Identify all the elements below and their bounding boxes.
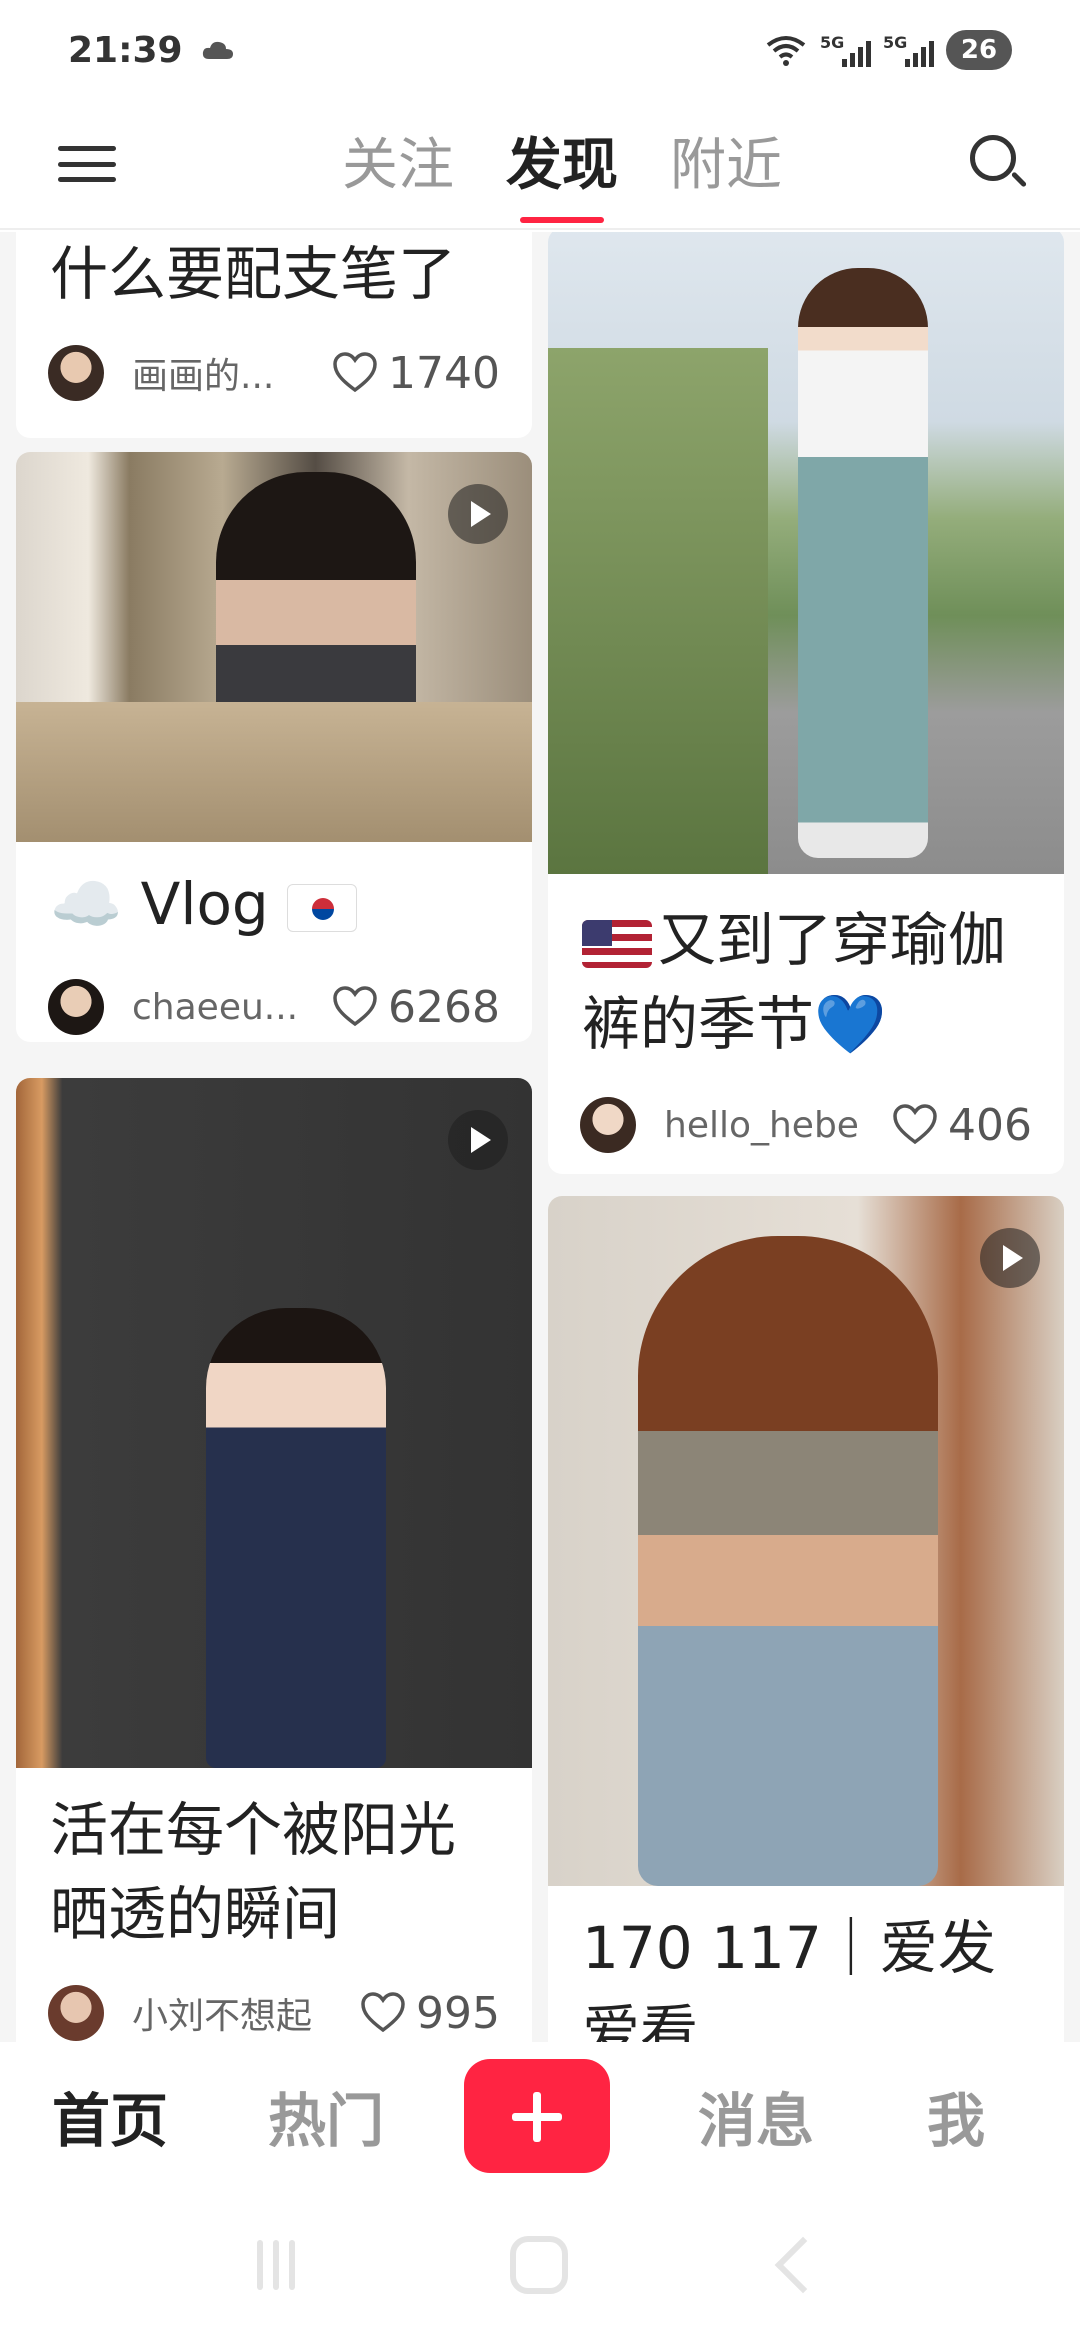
play-icon xyxy=(448,484,508,544)
image-figure xyxy=(638,1236,938,1886)
network-label-2: 5G xyxy=(883,33,908,52)
like-count-value: 1740 xyxy=(388,347,500,399)
card-meta: 小刘不想起 995 xyxy=(48,1984,500,2042)
app-root: 21:39 5G 5G 26 关注 发现 附近 什么要配支笔了 画画的... 1… xyxy=(0,0,1080,2340)
nav-messages[interactable]: 消息 xyxy=(686,2074,826,2158)
image-grass xyxy=(548,348,768,874)
heart-icon xyxy=(893,1104,937,1145)
add-post-button[interactable] xyxy=(464,2059,610,2173)
card-title: 活在每个被阳光晒透的瞬间 xyxy=(50,1796,457,1948)
status-right: 5G 5G 26 xyxy=(764,30,1012,70)
korea-flag-icon xyxy=(287,883,358,932)
status-time: 21:39 xyxy=(68,29,183,71)
feed-card[interactable]: 170 117｜爱发爱看 xyxy=(548,1196,1064,2042)
card-title: ☁️ Vlog xyxy=(50,862,502,946)
card-image xyxy=(548,1196,1064,1886)
home-icon[interactable] xyxy=(509,2236,568,2294)
play-icon xyxy=(980,1228,1040,1288)
avatar xyxy=(580,1097,636,1153)
tab-nearby[interactable]: 附近 xyxy=(670,120,782,209)
play-icon xyxy=(448,1110,508,1170)
nav-me[interactable]: 我 xyxy=(906,2074,1006,2158)
avatar xyxy=(48,345,104,401)
recent-apps-icon[interactable] xyxy=(257,2240,296,2290)
nav-hot[interactable]: 热门 xyxy=(256,2074,396,2158)
card-title: 什么要配支笔了 xyxy=(50,240,457,308)
card-title-text: Vlog xyxy=(140,870,269,938)
author-name: chaeeu... xyxy=(132,986,299,1028)
card-image xyxy=(548,232,1064,874)
heart-icon xyxy=(333,352,377,393)
title-emoji: ☁️ xyxy=(50,870,123,938)
status-left: 21:39 xyxy=(68,30,235,71)
status-bar: 21:39 5G 5G 26 xyxy=(0,0,1080,100)
tab-discover[interactable]: 发现 xyxy=(506,120,618,223)
menu-icon[interactable] xyxy=(58,142,116,186)
tab-following[interactable]: 关注 xyxy=(342,120,454,209)
image-figure xyxy=(798,268,928,858)
avatar xyxy=(48,1985,104,2041)
like-count[interactable]: 6268 xyxy=(332,982,500,1033)
feed-card[interactable]: 什么要配支笔了 画画的... 1740 xyxy=(16,232,532,438)
feed-card[interactable]: 又到了穿瑜伽裤的季节💙 hello_hebe 406 xyxy=(548,232,1064,1174)
image-figure xyxy=(206,1308,386,1768)
avatar xyxy=(48,979,104,1035)
battery-icon: 26 xyxy=(946,30,1012,70)
back-icon[interactable] xyxy=(774,2236,831,2294)
card-meta: hello_hebe 406 xyxy=(580,1096,1032,1154)
card-meta: chaeeu... 6268 xyxy=(48,978,500,1036)
top-nav: 关注 发现 附近 xyxy=(0,100,1080,230)
bottom-nav: 首页 热门 消息 我 xyxy=(0,2042,1080,2190)
card-title: 又到了穿瑜伽裤的季节💙 xyxy=(582,898,1034,1066)
nav-home[interactable]: 首页 xyxy=(40,2074,180,2158)
feed: 什么要配支笔了 画画的... 1740 ☁️ Vlog chaeeu... 62… xyxy=(0,232,1080,2042)
feed-card[interactable]: ☁️ Vlog chaeeu... 6268 xyxy=(16,452,532,1042)
signal-icon: 5G xyxy=(820,33,871,67)
us-flag-icon xyxy=(582,919,652,968)
card-title: 170 117｜爱发爱看 xyxy=(582,1914,996,2042)
search-icon[interactable] xyxy=(968,133,1030,195)
like-count-value: 995 xyxy=(416,1987,500,2039)
like-count-value: 406 xyxy=(948,1099,1032,1151)
title-emoji-end: 💙 xyxy=(814,990,887,1058)
like-count[interactable]: 995 xyxy=(360,1988,500,2039)
feed-card[interactable]: 活在每个被阳光晒透的瞬间 小刘不想起 995 xyxy=(16,1078,532,2042)
card-meta: 画画的... 1740 xyxy=(48,344,500,402)
author-name: hello_hebe xyxy=(664,1104,859,1146)
cloud-icon xyxy=(202,41,233,59)
wifi-icon xyxy=(766,36,806,66)
author-name: 小刘不想起 xyxy=(132,1996,313,2037)
author-name: 画画的... xyxy=(132,356,275,397)
heart-icon xyxy=(361,1992,405,2033)
like-count[interactable]: 1740 xyxy=(332,348,500,399)
network-label-1: 5G xyxy=(820,33,845,52)
like-count-value: 6268 xyxy=(388,981,500,1033)
system-nav-bar xyxy=(0,2190,1080,2340)
heart-icon xyxy=(333,986,377,1027)
card-image xyxy=(16,1078,532,1768)
image-floor xyxy=(16,702,532,842)
signal-icon-2: 5G xyxy=(883,33,934,67)
like-count[interactable]: 406 xyxy=(892,1100,1032,1151)
feed-tabs: 关注 发现 附近 xyxy=(342,120,782,223)
